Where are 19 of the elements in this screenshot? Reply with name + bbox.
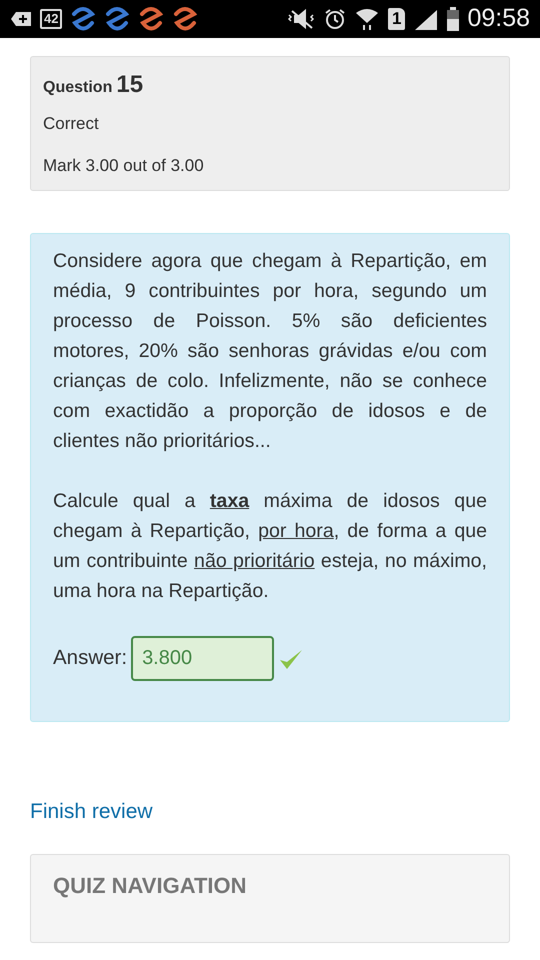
notification-count: 42 xyxy=(40,9,62,29)
finish-review-link[interactable]: Finish review xyxy=(30,796,153,828)
clock-time: 09:58 xyxy=(467,3,530,34)
alarm-icon xyxy=(324,8,346,30)
question-paragraph: Considere agora que chegam à Repartição, em média, 9 contribuintes por hora, segundo um processo de Poisson. 5% são deficientes motores, 20% são senhoras grávidas e/ou com crianças de colo. Infelizmente, não se conhece com exactidão a proporção de idosos e de clientes não prioritários... xyxy=(53,249,487,454)
question-number: 15 xyxy=(116,70,144,100)
sim-card-icon: 1 xyxy=(388,8,406,30)
question-label: Question xyxy=(43,78,112,98)
signal-icon xyxy=(413,8,440,30)
quiz-navigation-title: QUIZ NAVIGATION xyxy=(53,872,248,900)
question-grade: Mark 3.00 out of 3.00 xyxy=(43,154,205,176)
answer-field[interactable]: 3.800 xyxy=(131,636,274,681)
question-state: Correct xyxy=(43,113,100,135)
question-paragraph: Calcule qual a taxa máxima de idosos que chegam à Repartição, por hora, de forma a que um contribuinte não prioritário esteja, no máximo, uma hora na Repartição. xyxy=(53,489,487,604)
mute-icon xyxy=(286,8,316,30)
tag-plus-icon xyxy=(10,11,32,27)
wifi-icon xyxy=(354,7,380,31)
answer-label: Answer: xyxy=(53,645,128,672)
battery-icon xyxy=(447,7,460,31)
